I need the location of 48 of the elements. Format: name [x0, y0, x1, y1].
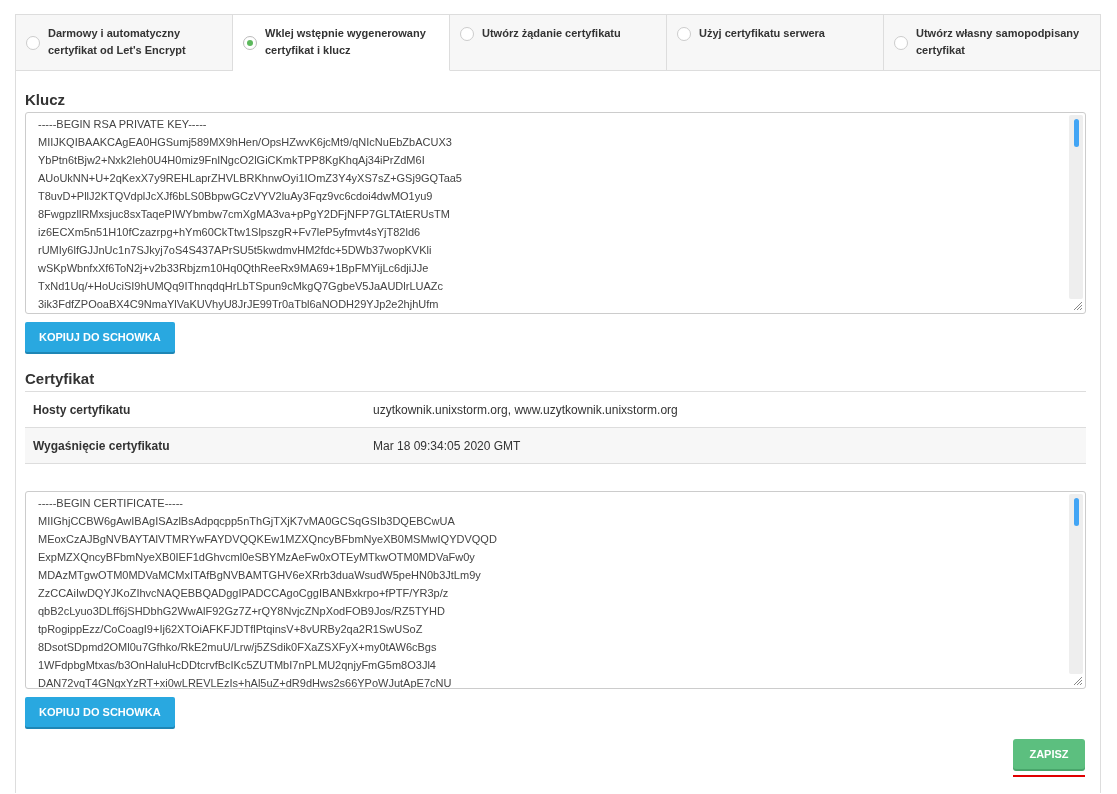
tab-label: Wklej wstępnie wygenerowany certyfikat i klucz	[265, 26, 427, 58]
text-line: tpRogippEzz/CoCoagI9+Ij62XTOiAFKFJDTflPtqinsV+8vURBy2qa2R1SwUSoZ	[38, 622, 424, 637]
tab-label: Użyj certyfikatu serwera	[699, 26, 825, 41]
tab-label: Utwórz własny samopodpisany certyfikat	[916, 26, 1081, 58]
scrollbar[interactable]	[1069, 115, 1083, 299]
text-line: ZzCCAiIwDQYJKoZIhvcNAQEBBQADggIPADCCAgoCggIBANBxkrpo+fPTF/YR3p/z	[38, 586, 450, 601]
text-line: ExpMZXQncyBFbmNyeXB0IEF1dGhvcml0eSBYMzAeFw0xOTEyMTkwOTM0MDVaFw0y	[38, 550, 476, 565]
tab[interactable]: Darmowy i automatyczny certyfikat od Let's Encrypt	[16, 15, 233, 71]
text-line: -----BEGIN RSA PRIVATE KEY-----	[38, 117, 208, 132]
tab[interactable]: Utwórz żądanie certyfikatu	[450, 15, 667, 71]
text-line: MIIJKQIBAAKCAgEA0HGSumj589MX9hHen/OpsHZwvK6jcMt9/qNIcNuEbZbACUX3	[38, 135, 453, 150]
text-line: 1WFdpbgMtxas/b3OnHaluHcDDtcrvfBcIKc5ZUTMbI7nPLMU2qnjyFmG5m8O3Jl4	[38, 658, 437, 673]
text-line: rUMIy6lfGJJnUc1n7SJkyj7oS4S437APrSU5t5kwdmvHM2fdc+5DWb37wopKVKli	[38, 243, 433, 258]
text-line: MIIGhjCCBW6gAwIBAgISAzlBsAdpqcpp5nThGjTXjK7vMA0GCSqGSIb3DQEBCwUA	[38, 514, 456, 529]
tab-label: Utwórz żądanie certyfikatu	[482, 26, 621, 41]
text-line: wSKpWbnfxXf6ToN2j+v2b33Rbjzm10Hq0QthReeRx9MA69+1BpFMYijLc6djiJJe	[38, 261, 430, 276]
row-value: Mar 18 09:34:05 2020 GMT	[373, 438, 521, 453]
resize-grip-icon[interactable]	[1073, 301, 1083, 311]
section-heading: Klucz	[25, 91, 66, 108]
text-line: 3ik3FdfZPOoaBX4C9NmaYlVaKUVhyU8JrJE99Tr0aTbl6aNODH29YJp2e2hjhUfm	[38, 297, 440, 312]
tab-label: Darmowy i automatyczny certyfikat od Let's Encrypt	[48, 26, 187, 58]
radio-button[interactable]	[894, 36, 908, 50]
text-line: MEoxCzAJBgNVBAYTAlVTMRYwFAYDVQQKEw1MZXQncyBFbmNyeXB0MSMwIQYDVQQD	[38, 532, 498, 547]
radio-button[interactable]	[677, 27, 691, 41]
text-line: YbPtn6tBjw2+Nxk2leh0U4H0miz9FnlNgcO2lGiCKmkTPP8KgKhqAj34iPrZdM6I	[38, 153, 426, 168]
radio-button[interactable]	[243, 36, 257, 50]
text-line: MDAzMTgwOTM0MDVaMCMxITAfBgNVBAMTGHV6eXRrb3duaWsudW5peHN0b3JtLm9y	[38, 568, 482, 583]
text-line: 8DsotSDpmd2OMl0u7Gfhko/RkE2muU/Lrw/j5ZSdik0FXaZSXFyX+my0tAW6cBgs	[38, 640, 438, 655]
text-line: 8FwgpzllRMxsjuc8sxTaqePIWYbmbw7cmXgMA3va+pPgY2DFjNFP7GLTAtERUsTM	[38, 207, 451, 222]
tab[interactable]: Utwórz własny samopodpisany certyfikat	[884, 15, 1100, 71]
text-line: AUoUkNN+U+2qKexX7y9REHLaprZHVLBRKhnwOyi1IOmZ3Y4yXS7sZ+GSj9GQTaa5	[38, 171, 463, 186]
row-label: Hosty certyfikatu	[33, 402, 132, 417]
row-value: uzytkownik.unixstorm.org, www.uzytkownik.unixstorm.org	[373, 402, 678, 417]
text-line: T8uvD+PllJ2KTQVdplJcXJf6bLS0BbpwGCzVYV2luAy3Fqz9vc6cdoi4dwMO1yu9	[38, 189, 434, 204]
section-heading: Certyfikat	[25, 370, 96, 387]
key-textarea[interactable]	[25, 112, 1086, 314]
scrollbar[interactable]	[1069, 494, 1083, 674]
radio-button[interactable]	[460, 27, 474, 41]
underline-mark	[1013, 775, 1085, 777]
radio-button[interactable]	[26, 36, 40, 50]
row-label: Wygaśnięcie certyfikatu	[33, 438, 171, 453]
resize-grip-icon[interactable]	[1073, 676, 1083, 686]
text-line: iz6ECXm5n51H10fCzazrpg+hYm60CkTtw1SlpszgR+Fv7leP5yfmvt4sYjT82ld6	[38, 225, 422, 240]
text-line: TxNd1Uq/+HoUciSI9hUMQq9IThnqdqHrLbTSpun9cMkgQ7GgbeV5JaAUDlrLUAZc	[38, 279, 445, 294]
text-line: -----BEGIN CERTIFICATE-----	[38, 496, 184, 511]
text-line: qbB2cLyuo3DLff6jSHDbhG2WwAlF92Gz7Z+rQY8NvjcZNpXodFOB9Jos/RZ5TYHD	[38, 604, 446, 619]
tab[interactable]: Użyj certyfikatu serwera	[667, 15, 884, 71]
certificate-textarea[interactable]	[25, 491, 1086, 689]
